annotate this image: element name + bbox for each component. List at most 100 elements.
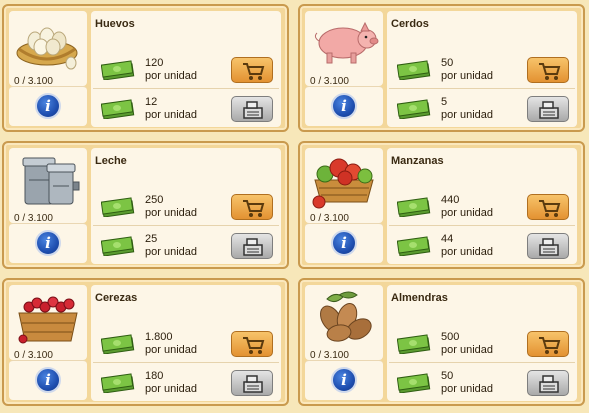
product-image-panel: 0 / 3.100 [9,11,87,87]
sell-button[interactable] [231,233,273,259]
sell-button[interactable] [527,233,569,259]
money-icon [397,236,431,256]
buy-button[interactable] [231,331,273,357]
product-card-cerdos: 0 / 3.100 i Cerdos 50 por unidad 5 por uni… [298,4,585,132]
cart-icon [539,63,561,80]
price-value: 1.800 [145,331,173,343]
product-card-manzanas: 0 / 3.100 i Manzanas 440 por unidad 44 por… [298,141,585,269]
buy-price: 50 por unidad [441,57,493,83]
product-card-leche: 0 / 3.100 i Leche 250 por unidad 25 por un… [2,141,289,269]
price-value: 120 [145,57,164,69]
buy-row: 440 por unidad [389,189,575,226]
sell-row: 5 por unidad [389,91,575,127]
sell-button[interactable] [231,96,273,122]
buy-row: 500 por unidad [389,326,575,363]
price-value: 500 [441,331,460,343]
buy-button[interactable] [527,57,569,83]
info-panel: i [305,223,383,263]
info-panel: i [9,360,87,400]
sell-button[interactable] [527,370,569,396]
sell-button[interactable] [231,370,273,396]
price-value: 25 [145,233,158,245]
product-image-panel: 0 / 3.100 [9,285,87,361]
info-button[interactable]: i [331,230,357,256]
trade-panel: Manzanas 440 por unidad 44 por unidad [387,148,577,264]
price-value: 12 [145,96,158,108]
sell-row: 50 por unidad [389,365,575,401]
apple-basket-icon [312,158,374,209]
info-button[interactable]: i [35,367,61,393]
money-icon [101,334,135,354]
price-unit: por unidad [441,109,493,121]
buy-price: 500 por unidad [441,331,493,357]
cart-icon [539,200,561,217]
sell-row: 44 por unidad [389,228,575,264]
money-icon [101,60,135,80]
price-value: 250 [145,194,164,206]
price-unit: por unidad [441,207,493,219]
price-unit: por unidad [145,246,197,258]
info-button[interactable]: i [35,93,61,119]
info-panel: i [9,86,87,126]
buy-row: 250 por unidad [93,189,279,226]
product-title: Manzanas [391,155,444,167]
cart-icon [243,63,265,80]
sell-row: 25 por unidad [93,228,279,264]
cart-icon [243,200,265,217]
buy-price: 1.800 por unidad [145,331,197,357]
money-icon [397,334,431,354]
product-image-panel: 0 / 3.100 [305,148,383,224]
money-icon [101,236,135,256]
product-card-almendras: 0 / 3.100 i Almendras 500 por unidad 50 po… [298,278,585,406]
milk-can-icon [22,157,80,205]
price-unit: por unidad [145,383,197,395]
price-value: 180 [145,370,164,382]
product-title: Cerezas [95,292,138,304]
price-unit: por unidad [145,70,197,82]
trade-panel: Leche 250 por unidad 25 por unidad [91,148,281,264]
trade-panel: Cerezas 1.800 por unidad 180 por unidad [91,285,281,401]
buy-button[interactable] [527,194,569,220]
product-image-panel: 0 / 3.100 [305,11,383,87]
cash-register-icon [539,375,559,393]
price-unit: por unidad [441,344,493,356]
product-title: Almendras [391,292,448,304]
sell-price: 180 por unidad [145,370,197,396]
money-icon [101,197,135,217]
product-title: Huevos [95,18,135,30]
money-icon [397,60,431,80]
trade-panel: Huevos 120 por unidad 12 por unidad [91,11,281,127]
money-icon [397,99,431,119]
info-button[interactable]: i [35,230,61,256]
price-unit: por unidad [441,246,493,258]
sell-button[interactable] [527,96,569,122]
price-unit: por unidad [145,344,197,356]
trade-panel: Almendras 500 por unidad 50 por unidad [387,285,577,401]
sell-row: 180 por unidad [93,365,279,401]
product-image-panel: 0 / 3.100 [9,148,87,224]
info-button[interactable]: i [331,93,357,119]
almonds-icon [320,291,372,342]
money-icon [101,99,135,119]
buy-row: 1.800 por unidad [93,326,279,363]
product-card-cerezas: 0 / 3.100 i Cerezas 1.800 por unidad 180 p… [2,278,289,406]
sell-price: 50 por unidad [441,370,493,396]
sell-price: 12 por unidad [145,96,197,122]
pig-icon [314,21,379,64]
product-image-panel: 0 / 3.100 [305,285,383,361]
cash-register-icon [243,101,263,119]
buy-button[interactable] [527,331,569,357]
info-panel: i [305,86,383,126]
price-value: 50 [441,57,454,69]
product-title: Leche [95,155,127,167]
info-button[interactable]: i [331,367,357,393]
sell-price: 25 por unidad [145,233,197,259]
price-unit: por unidad [441,383,493,395]
sell-row: 12 por unidad [93,91,279,127]
buy-button[interactable] [231,194,273,220]
money-icon [397,373,431,393]
buy-button[interactable] [231,57,273,83]
product-title: Cerdos [391,18,429,30]
buy-row: 50 por unidad [389,52,575,89]
price-value: 440 [441,194,460,206]
